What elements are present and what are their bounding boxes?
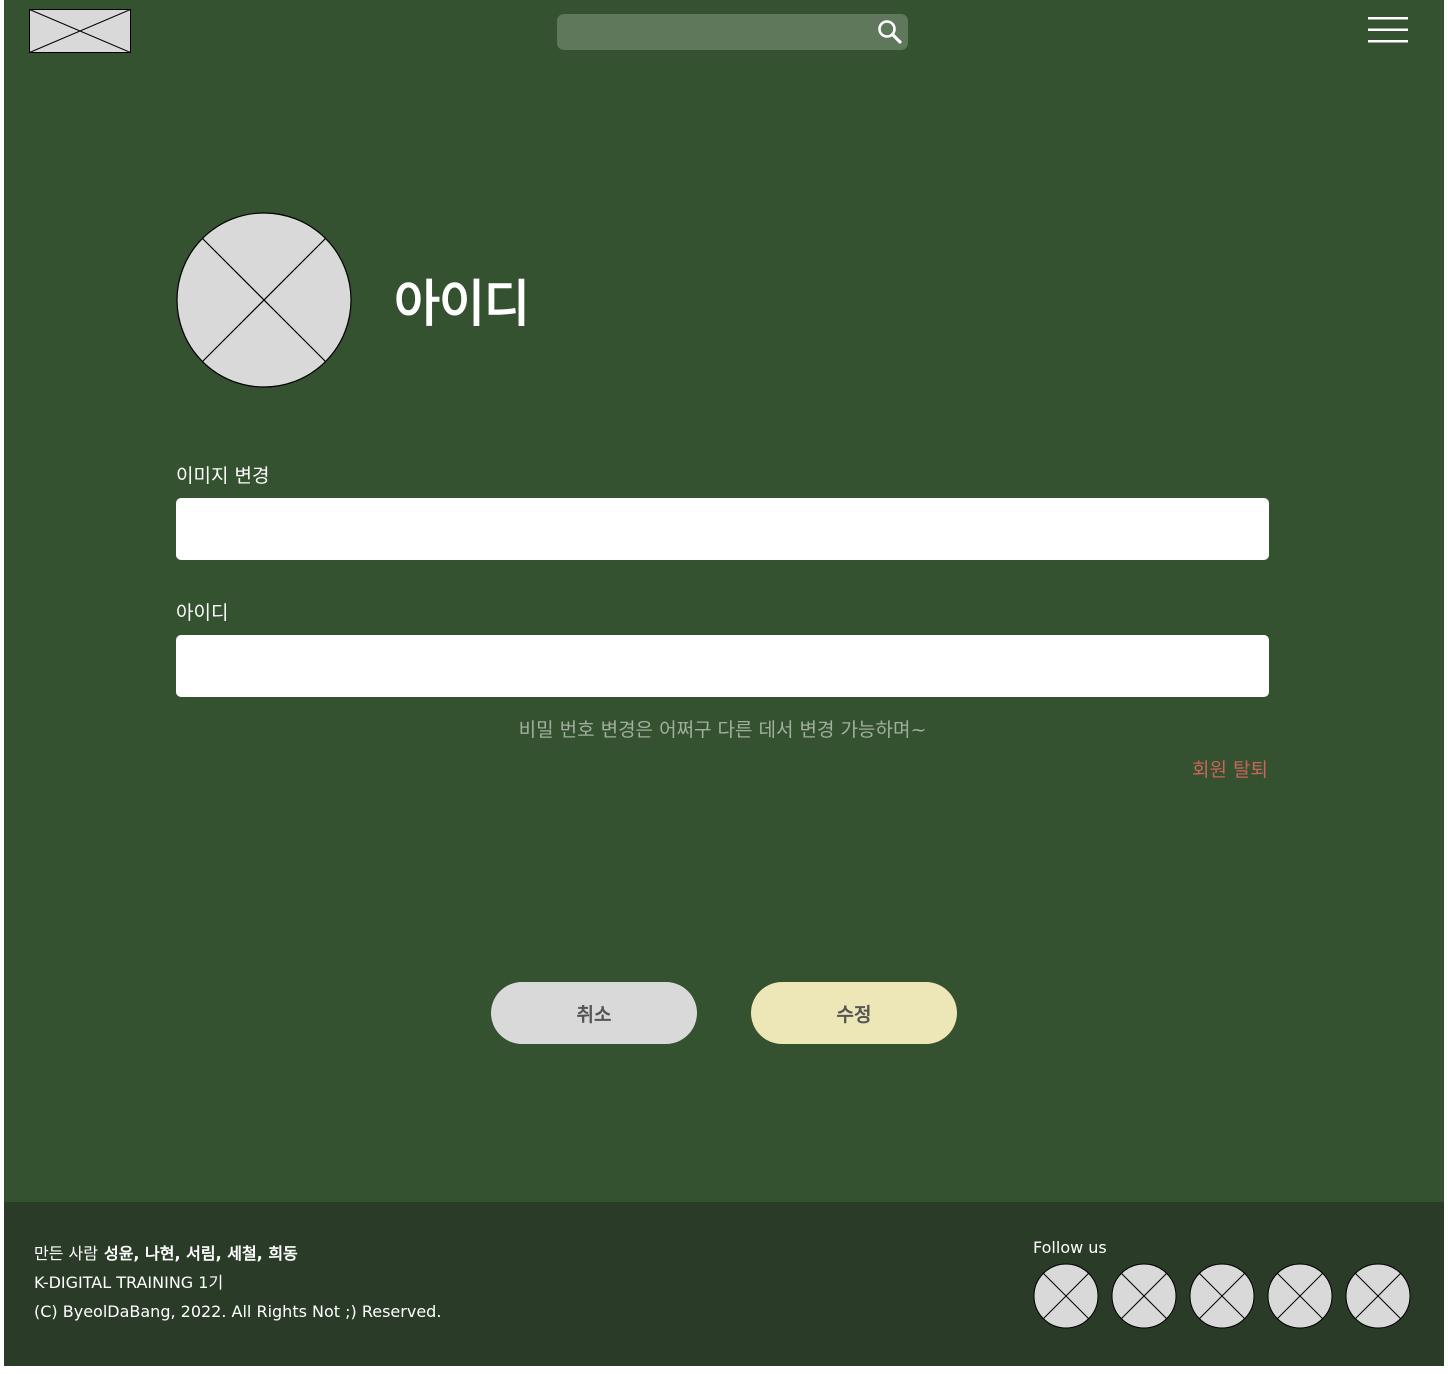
page-frame: 아이디 이미지 변경 아이디 비밀 번호 변경은 어쩌구 다른 데서 변경 가능… xyxy=(4,0,1444,1366)
profile-name: 아이디 xyxy=(394,275,530,333)
header xyxy=(4,0,1444,62)
makers-label: 만든 사람 xyxy=(34,1244,98,1263)
password-change-note: 비밀 번호 변경은 어쩌구 다른 데서 변경 가능하며~ xyxy=(518,719,927,741)
id-label: 아이디 xyxy=(176,602,229,624)
image-change-input[interactable] xyxy=(176,498,1269,560)
social-link-1-icon[interactable] xyxy=(1033,1263,1099,1329)
image-change-label: 이미지 변경 xyxy=(176,465,270,487)
footer-makers: 만든 사람 성윤, 나현, 서림, 세철, 희동 xyxy=(34,1243,298,1265)
withdraw-link[interactable]: 회원 탈퇴 xyxy=(1192,757,1268,783)
cancel-button[interactable]: 취소 xyxy=(491,982,697,1044)
footer: 만든 사람 성윤, 나현, 서림, 세철, 희동 K-DIGITAL TRAINI… xyxy=(4,1202,1444,1366)
social-link-4-icon[interactable] xyxy=(1267,1263,1333,1329)
social-link-2-icon[interactable] xyxy=(1111,1263,1177,1329)
search-icon[interactable] xyxy=(876,18,904,46)
profile-avatar-placeholder-icon xyxy=(176,212,352,388)
follow-us-label: Follow us xyxy=(1033,1238,1107,1257)
makers-names: 성윤, 나현, 서림, 세철, 희동 xyxy=(103,1244,298,1263)
social-link-3-icon[interactable] xyxy=(1189,1263,1255,1329)
footer-copyright: (C) ByeolDaBang, 2022. All Rights Not ;)… xyxy=(34,1302,442,1321)
footer-program: K-DIGITAL TRAINING 1기 xyxy=(34,1273,224,1292)
id-input[interactable] xyxy=(176,635,1269,697)
hamburger-menu-icon[interactable] xyxy=(1368,16,1408,44)
logo-placeholder-icon[interactable] xyxy=(29,9,131,53)
edit-button[interactable]: 수정 xyxy=(751,982,957,1044)
social-link-5-icon[interactable] xyxy=(1345,1263,1411,1329)
search-bar[interactable] xyxy=(557,14,908,50)
